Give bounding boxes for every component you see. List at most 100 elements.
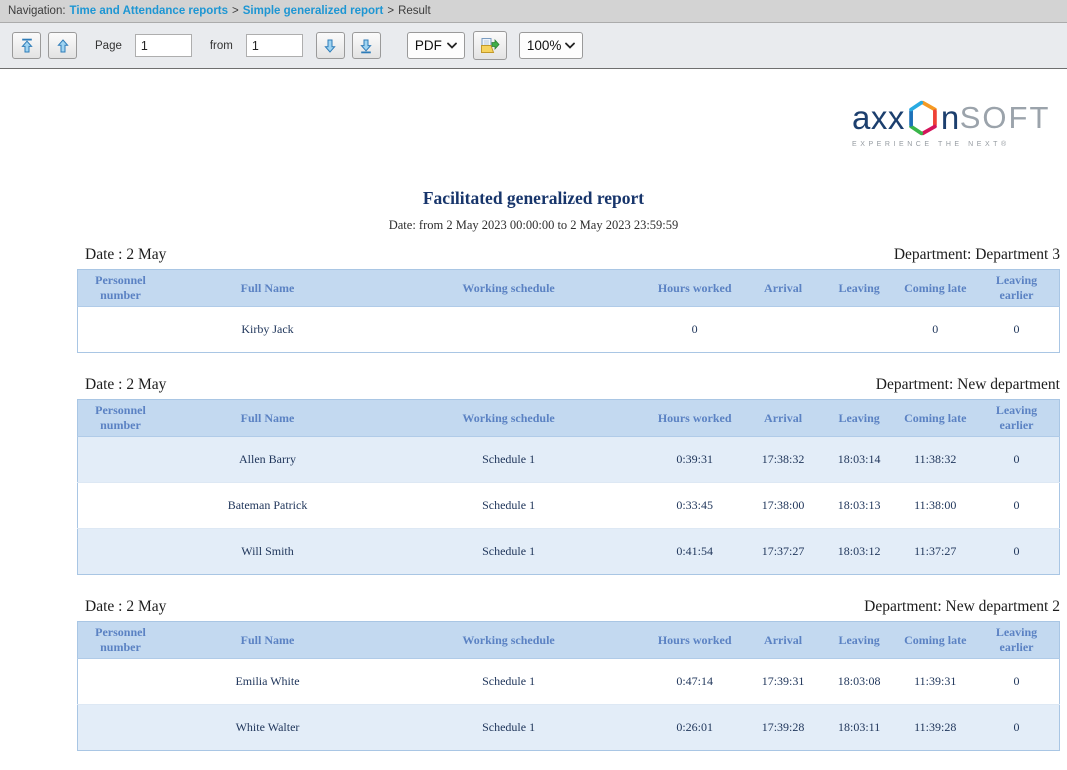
table-cell: 18:03:08: [822, 659, 897, 705]
column-header: Arrival: [744, 622, 822, 659]
table-cell: Schedule 1: [372, 529, 645, 575]
table-cell: 11:38:00: [896, 483, 974, 529]
table-cell: 11:37:27: [896, 529, 974, 575]
table-cell: 18:03:14: [822, 437, 897, 483]
section-date-label: Date : 2 May: [85, 598, 166, 616]
column-header: Coming late: [896, 270, 974, 307]
logo-tagline: EXPERIENCE THE NEXT®: [852, 141, 1059, 148]
table-row: Emilia WhiteSchedule 10:47:1417:39:3118:…: [78, 659, 1060, 705]
logo-text-soft: SOFT: [960, 100, 1051, 136]
report-section: Date : 2 May Department: Department 3 Pe…: [77, 246, 1060, 353]
logo-text-axx: axx: [852, 99, 905, 137]
report-section: Date : 2 May Department: New department …: [77, 376, 1060, 575]
next-page-button[interactable]: [316, 32, 345, 59]
table-cell: 0: [974, 483, 1059, 529]
column-header: Working schedule: [372, 400, 645, 437]
column-header: Arrival: [744, 400, 822, 437]
arrow-up-to-line-icon: [19, 38, 35, 54]
export-format-value: PDF: [415, 38, 442, 53]
table-cell: Schedule 1: [372, 437, 645, 483]
arrow-down-to-line-icon: [358, 38, 374, 54]
table-cell: 17:38:00: [744, 483, 822, 529]
column-header: Leaving: [822, 270, 897, 307]
table-cell: Schedule 1: [372, 705, 645, 751]
previous-page-button[interactable]: [48, 32, 77, 59]
last-page-button[interactable]: [352, 32, 381, 59]
table-cell: 18:03:13: [822, 483, 897, 529]
table-cell: Schedule 1: [372, 659, 645, 705]
table-cell: [372, 307, 645, 353]
page-number-input[interactable]: [135, 34, 192, 57]
report-toolbar: Page from PDF 100%: [0, 23, 1067, 69]
breadcrumb-separator: >: [387, 5, 394, 17]
column-header: Working schedule: [372, 270, 645, 307]
table-cell: [78, 529, 163, 575]
breadcrumb-link-simple-report[interactable]: Simple generalized report: [243, 5, 384, 17]
column-header: Leaving: [822, 400, 897, 437]
breadcrumb-link-time-attendance[interactable]: Time and Attendance reports: [70, 5, 228, 17]
arrow-down-icon: [322, 38, 338, 54]
table-cell: 17:38:32: [744, 437, 822, 483]
zoom-select[interactable]: 100%: [519, 32, 583, 59]
report-title: Facilitated generalized report: [0, 188, 1067, 209]
table-cell: Allen Barry: [163, 437, 372, 483]
column-header: Leaving earlier: [974, 400, 1059, 437]
column-header: Personnel number: [78, 270, 163, 307]
report-page: axx n SOFT EXPERIENCE THE NEXT® Facilita…: [0, 99, 1067, 751]
column-header: Hours worked: [645, 270, 744, 307]
axxonsoft-logo: axx n SOFT EXPERIENCE THE NEXT®: [852, 99, 1059, 148]
table-cell: 0: [896, 307, 974, 353]
table-cell: 17:39:28: [744, 705, 822, 751]
table-header-row: Personnel numberFull NameWorking schedul…: [78, 270, 1060, 307]
export-button[interactable]: [473, 31, 507, 60]
attendance-table: Personnel numberFull NameWorking schedul…: [77, 621, 1060, 751]
section-department-label: Department: New department 2: [864, 598, 1060, 616]
first-page-button[interactable]: [12, 32, 41, 59]
table-cell: 0: [974, 659, 1059, 705]
column-header: Full Name: [163, 270, 372, 307]
column-header: Full Name: [163, 622, 372, 659]
table-cell: Emilia White: [163, 659, 372, 705]
attendance-table: Personnel numberFull NameWorking schedul…: [77, 399, 1060, 575]
chevron-down-icon: [447, 42, 457, 49]
table-header-row: Personnel numberFull NameWorking schedul…: [78, 622, 1060, 659]
section-department-label: Department: Department 3: [894, 246, 1060, 264]
table-cell: 18:03:11: [822, 705, 897, 751]
column-header: Personnel number: [78, 400, 163, 437]
column-header: Working schedule: [372, 622, 645, 659]
column-header: Personnel number: [78, 622, 163, 659]
table-row: Bateman PatrickSchedule 10:33:4517:38:00…: [78, 483, 1060, 529]
table-row: Will SmithSchedule 10:41:5417:37:2718:03…: [78, 529, 1060, 575]
total-pages-input[interactable]: [246, 34, 303, 57]
column-header: Hours worked: [645, 622, 744, 659]
table-cell: Schedule 1: [372, 483, 645, 529]
breadcrumb-separator: >: [232, 5, 239, 17]
table-cell: [822, 307, 897, 353]
breadcrumb: Navigation: Time and Attendance reports …: [0, 0, 1067, 23]
table-cell: [78, 307, 163, 353]
column-header: Full Name: [163, 400, 372, 437]
table-cell: [78, 705, 163, 751]
table-cell: [78, 659, 163, 705]
chevron-down-icon: [565, 42, 575, 49]
table-cell: [78, 437, 163, 483]
table-cell: 0: [974, 529, 1059, 575]
column-header: Leaving: [822, 622, 897, 659]
table-cell: Will Smith: [163, 529, 372, 575]
column-header: Coming late: [896, 400, 974, 437]
hexagon-logo-icon: [906, 99, 940, 137]
column-header: Coming late: [896, 622, 974, 659]
report-section: Date : 2 May Department: New department …: [77, 598, 1060, 751]
table-cell: 0:41:54: [645, 529, 744, 575]
table-cell: 11:39:31: [896, 659, 974, 705]
export-format-select[interactable]: PDF: [407, 32, 465, 59]
attendance-table: Personnel numberFull NameWorking schedul…: [77, 269, 1060, 353]
section-date-label: Date : 2 May: [85, 376, 166, 394]
table-cell: 0:39:31: [645, 437, 744, 483]
report-date-range: Date: from 2 May 2023 00:00:00 to 2 May …: [0, 218, 1067, 233]
section-date-label: Date : 2 May: [85, 246, 166, 264]
table-cell: 0: [974, 307, 1059, 353]
logo-text-n: n: [941, 99, 960, 137]
column-header: Arrival: [744, 270, 822, 307]
table-cell: 0: [974, 705, 1059, 751]
